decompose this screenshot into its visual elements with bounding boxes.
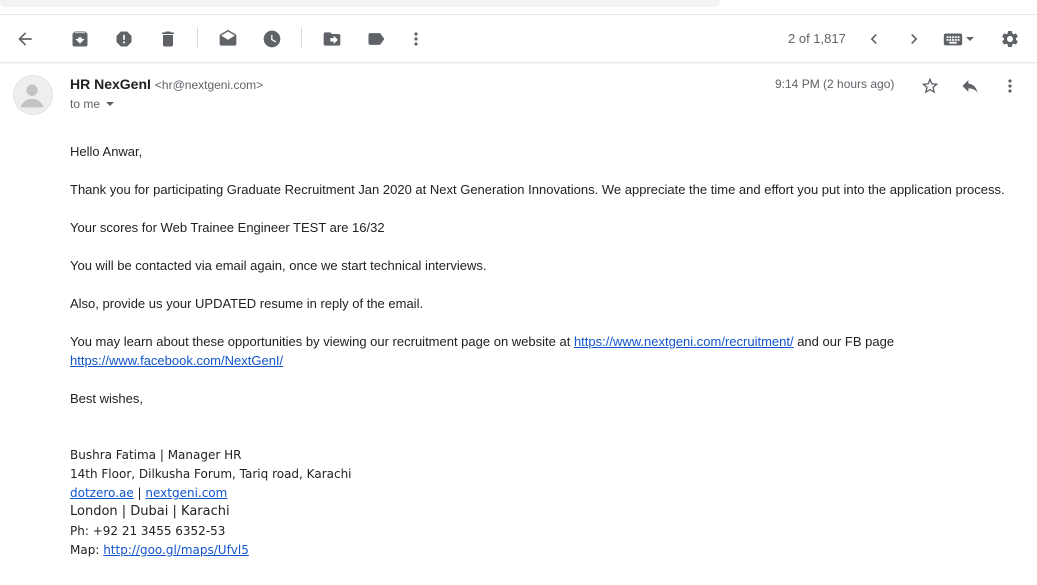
mark-unread-icon — [219, 29, 237, 46]
message-more-button[interactable] — [998, 74, 1022, 98]
body-text: and our FB page — [793, 334, 895, 349]
chevron-down-icon — [106, 102, 115, 106]
newer-button[interactable] — [860, 25, 888, 53]
greeting: Hello Anwar, — [70, 144, 143, 159]
sender-name[interactable]: HR NexGenI — [70, 76, 151, 92]
toolbar-divider — [197, 27, 198, 49]
report-spam-icon — [116, 31, 132, 47]
map-label: Map: — [70, 543, 104, 557]
mark-unread-button[interactable] — [214, 25, 242, 53]
closing: Best wishes, — [70, 391, 143, 406]
avatar[interactable] — [13, 75, 53, 115]
back-button[interactable] — [11, 25, 39, 53]
snooze-icon — [263, 30, 281, 48]
toolbar-divider — [301, 27, 302, 49]
timestamp: 9:14 PM (2 hours ago) — [775, 77, 895, 91]
top-scroll-strip — [0, 0, 1037, 15]
signature-address: 14th Floor, Dilkusha Forum, Tariq road, … — [70, 467, 352, 481]
archive-button[interactable] — [66, 25, 94, 53]
toolbar-shadow — [0, 62, 1037, 64]
signature-phone: Ph: +92 21 3455 6352-53 — [70, 524, 226, 538]
body-line: You may learn about these opportunities … — [70, 334, 894, 349]
body-line: Your scores for Web Trainee Engineer TES… — [70, 220, 385, 235]
facebook-link[interactable]: https://www.facebook.com/NextGenI/ — [70, 353, 283, 368]
snooze-button[interactable] — [258, 25, 286, 53]
delete-icon — [162, 31, 174, 47]
body-line: Also, provide us your UPDATED resume in … — [70, 296, 424, 311]
message-toolbar: 2 of 1,817 — [0, 15, 1037, 63]
recruitment-link[interactable]: https://www.nextgeni.com/recruitment/ — [574, 334, 794, 349]
more-button[interactable] — [402, 25, 430, 53]
input-tools-button[interactable] — [938, 25, 978, 53]
keyboard-icon — [943, 33, 963, 46]
signature-cities: London | Dubai | Karachi — [70, 504, 230, 519]
sender-email: <hr@nextgeni.com> — [154, 78, 264, 92]
body-line: You will be contacted via email again, o… — [70, 258, 487, 273]
labels-icon — [368, 33, 385, 45]
star-icon — [921, 77, 939, 94]
body-line: Thank you for participating Graduate Rec… — [70, 182, 1005, 197]
more-vert-icon — [414, 32, 418, 46]
settings-icon — [1002, 30, 1018, 47]
older-button[interactable] — [900, 25, 928, 53]
older-icon — [911, 34, 918, 44]
recipient-label: to me — [70, 97, 101, 111]
delete-button[interactable] — [154, 25, 182, 53]
message-counter: 2 of 1,817 — [788, 31, 846, 46]
signature-links: dotzero.ae | nextgeni.com — [70, 486, 227, 500]
signature-map: Map: http://goo.gl/maps/Ufvl5 — [70, 543, 249, 557]
more-vert-icon — [1008, 79, 1012, 93]
horizontal-scrollbar[interactable] — [0, 0, 720, 7]
person-icon — [20, 84, 44, 108]
settings-button[interactable] — [996, 25, 1024, 53]
report-spam-button[interactable] — [110, 25, 138, 53]
reply-button[interactable] — [958, 74, 982, 98]
back-icon — [18, 32, 32, 46]
separator: | — [133, 486, 146, 500]
recipient-details-toggle[interactable]: to me — [70, 97, 115, 111]
move-to-icon — [323, 32, 341, 46]
newer-icon — [870, 34, 877, 44]
star-button[interactable] — [918, 74, 942, 98]
dotzero-link[interactable]: dotzero.ae — [70, 486, 134, 500]
signature-name: Bushra Fatima | Manager HR — [70, 448, 242, 462]
map-link[interactable]: http://goo.gl/maps/Ufvl5 — [103, 543, 249, 557]
archive-icon — [72, 31, 88, 47]
move-to-button[interactable] — [318, 25, 346, 53]
chevron-down-icon — [966, 37, 974, 41]
reply-icon — [962, 80, 978, 93]
body-text: You may learn about these opportunities … — [70, 334, 574, 349]
labels-button[interactable] — [362, 25, 390, 53]
sender: HR NexGenI <hr@nextgeni.com> — [70, 76, 263, 92]
nextgeni-link[interactable]: nextgeni.com — [145, 486, 227, 500]
body-line: https://www.facebook.com/NextGenI/ — [70, 353, 283, 368]
